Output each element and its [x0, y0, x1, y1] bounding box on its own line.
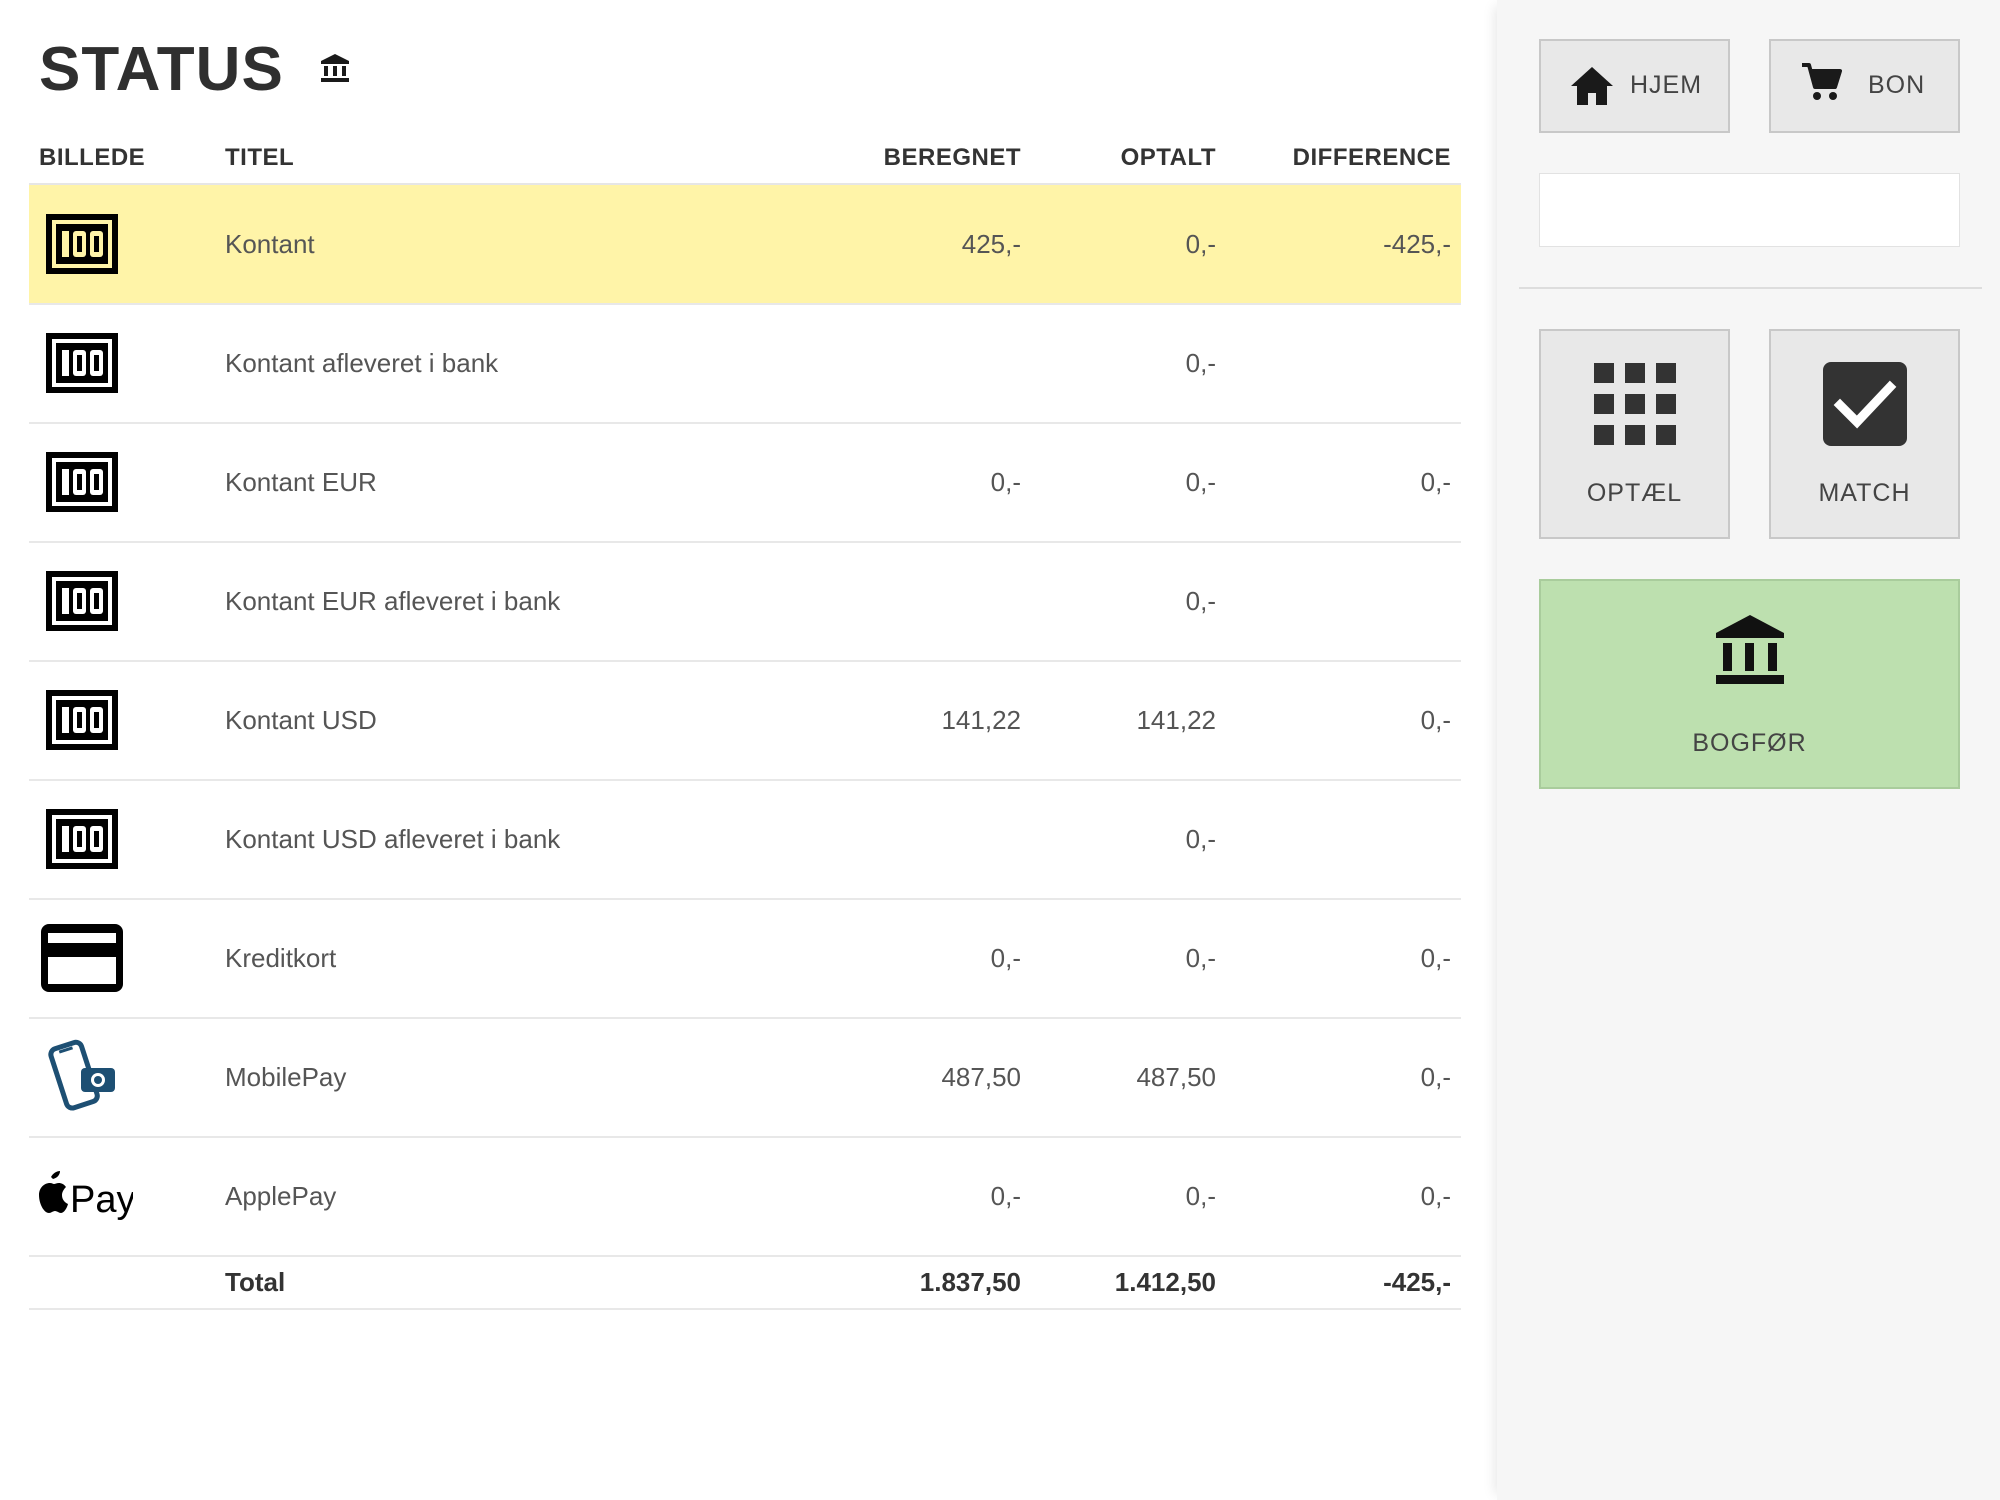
header-calculated[interactable]: BEREGNET: [884, 144, 1021, 172]
table-row[interactable]: Kontant USD 141,22 141,22 0,-: [29, 661, 1461, 781]
table-row[interactable]: Kontant afleveret i bank 0,-: [29, 304, 1461, 424]
row-counted: 0,-: [1185, 586, 1216, 616]
total-row: Total 1.837,50 1.412,50 -425,-: [29, 1256, 1461, 1310]
cash-icon: [46, 690, 118, 750]
home-icon: [1571, 67, 1613, 105]
search-input[interactable]: [1539, 173, 1960, 247]
row-calculated: 141,22: [941, 705, 1021, 735]
count-label: OPTÆL: [1586, 479, 1683, 507]
checkbox-checked-icon: [1822, 362, 1907, 446]
cash-icon: [46, 809, 118, 869]
receipt-button[interactable]: BON: [1769, 39, 1960, 133]
cash-icon: [46, 571, 118, 631]
page-title: STATUS: [39, 35, 284, 104]
table-row[interactable]: MobilePay 487,50 487,50 0,-: [29, 1018, 1461, 1138]
table-row[interactable]: Kontant EUR 0,- 0,- 0,-: [29, 423, 1461, 543]
cart-icon: [1802, 63, 1842, 100]
row-counted: 487,50: [1136, 1062, 1216, 1092]
total-difference: -425,-: [1383, 1267, 1451, 1297]
header-counted[interactable]: OPTALT: [1121, 144, 1216, 172]
cash-icon: [46, 452, 118, 512]
row-title: MobilePay: [225, 1062, 347, 1092]
row-counted: 0,-: [1185, 348, 1216, 378]
row-calculated: 425,-: [961, 229, 1021, 259]
row-calculated: 487,50: [941, 1062, 1021, 1092]
row-difference: -425,-: [1383, 229, 1451, 259]
grid-icon: [1593, 363, 1676, 445]
table-row[interactable]: Kontant 425,- 0,- -425,-: [29, 185, 1461, 305]
match-button[interactable]: MATCH: [1769, 329, 1960, 539]
row-difference: 0,-: [1420, 1062, 1451, 1092]
row-title: Kontant afleveret i bank: [225, 348, 499, 378]
row-counted: 141,22: [1136, 705, 1216, 735]
post-button[interactable]: BOGFØR: [1539, 579, 1960, 789]
row-title: Kontant: [225, 229, 315, 259]
row-difference: 0,-: [1420, 1181, 1451, 1211]
row-title: Kontant USD: [225, 705, 377, 735]
row-title: Kreditkort: [225, 943, 337, 973]
mobilepay-icon: [48, 1039, 115, 1111]
match-label: MATCH: [1818, 479, 1911, 507]
row-counted: 0,-: [1185, 943, 1216, 973]
table-row[interactable]: Pay ApplePay 0,- 0,- 0,-: [29, 1137, 1461, 1257]
applepay-icon: Pay: [39, 1171, 133, 1221]
post-label: BOGFØR: [1692, 729, 1807, 757]
home-label: HJEM: [1630, 71, 1703, 99]
header-title[interactable]: TITEL: [225, 144, 294, 172]
total-label: Total: [225, 1267, 286, 1297]
home-button[interactable]: HJEM: [1539, 39, 1730, 133]
cash-icon: [46, 333, 118, 393]
row-counted: 0,-: [1185, 824, 1216, 854]
row-counted: 0,-: [1185, 1181, 1216, 1211]
row-counted: 0,-: [1185, 229, 1216, 259]
table-row[interactable]: Kontant EUR afleveret i bank 0,-: [29, 542, 1461, 662]
row-calculated: 0,-: [990, 1181, 1021, 1211]
bank-icon: [1715, 615, 1784, 684]
table-row[interactable]: Kontant USD afleveret i bank 0,-: [29, 780, 1461, 900]
row-difference: 0,-: [1420, 943, 1451, 973]
cash-icon: [46, 214, 118, 274]
row-difference: 0,-: [1420, 467, 1451, 497]
row-title: Kontant EUR: [225, 467, 377, 497]
app: STATUS BILLEDE TITEL BEREGNET OPTALT DIF…: [0, 0, 2000, 1500]
credit-card-icon: [41, 924, 123, 992]
row-difference: 0,-: [1420, 705, 1451, 735]
total-counted: 1.412,50: [1114, 1267, 1216, 1297]
row-counted: 0,-: [1185, 467, 1216, 497]
header-image[interactable]: BILLEDE: [39, 144, 145, 172]
row-title: Kontant EUR afleveret i bank: [225, 586, 561, 616]
table-row[interactable]: Kreditkort 0,- 0,- 0,-: [29, 899, 1461, 1019]
applepay-logo-text: Pay: [70, 1179, 133, 1221]
header-difference[interactable]: DIFFERENCE: [1293, 144, 1451, 172]
sidebar-divider: [1519, 287, 1982, 289]
row-calculated: 0,-: [990, 467, 1021, 497]
total-calculated: 1.837,50: [919, 1267, 1021, 1297]
table-header: BILLEDE TITEL BEREGNET OPTALT DIFFERENCE: [29, 138, 1461, 185]
count-button[interactable]: OPTÆL: [1539, 329, 1730, 539]
row-title: ApplePay: [225, 1181, 337, 1211]
bank-icon[interactable]: [319, 52, 351, 84]
row-calculated: 0,-: [990, 943, 1021, 973]
receipt-label: BON: [1868, 71, 1926, 99]
main-panel: STATUS BILLEDE TITEL BEREGNET OPTALT DIF…: [0, 0, 1495, 1500]
row-title: Kontant USD afleveret i bank: [225, 824, 561, 854]
